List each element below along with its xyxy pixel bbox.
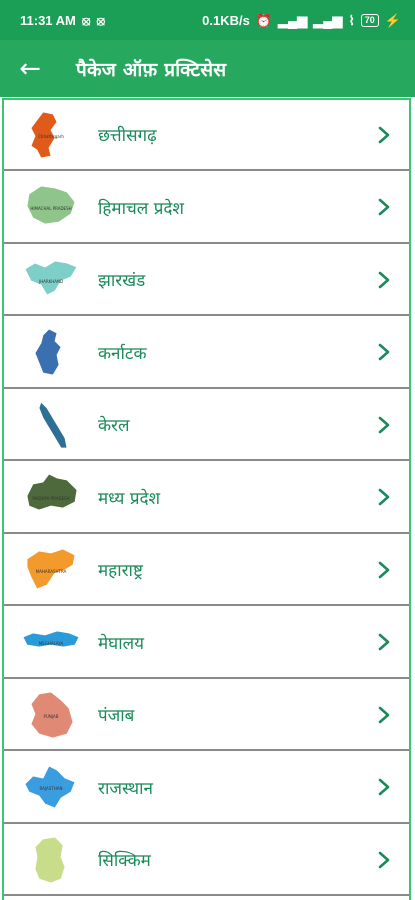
state-map-thumbnail: PUNJAB — [4, 680, 98, 749]
state-map-thumbnail: HIMACHAL PRADESH — [4, 173, 98, 242]
state-label: महाराष्ट्र — [98, 561, 143, 581]
state-label: पंजाब — [98, 706, 135, 726]
himachal-pradesh-map-icon: HIMACHAL PRADESH — [26, 185, 76, 225]
list-item[interactable]: MAHARASHTRA महाराष्ट्र — [4, 535, 409, 606]
alarm-icon: ⏰ — [255, 12, 272, 28]
map-label-text: Chhattisgarh — [38, 134, 64, 139]
signal-icon: ▂▄▆ — [278, 12, 308, 28]
state-label: झारखंड — [98, 271, 146, 291]
map-label-text: MADHYA PRADESH — [32, 496, 69, 501]
back-button[interactable]: ← — [0, 40, 60, 97]
state-map-thumbnail: RAJASTHAN — [4, 753, 98, 822]
map-label-text: JHARKHAND — [38, 279, 63, 284]
list-item[interactable]: HIMACHAL PRADESH हिमाचल प्रदेश — [4, 173, 409, 244]
page-title: पैकेज ऑफ़ प्रक्टिसेस — [76, 58, 227, 81]
app-notification-icon-2: ⦻ — [96, 12, 106, 28]
madhya-pradesh-map-icon: MADHYA PRADESH — [26, 473, 78, 511]
app-notification-icon: ⦻ — [81, 12, 91, 28]
chevron-right-icon[interactable] — [359, 561, 409, 579]
map-label-text: HIMACHAL PRADESH — [30, 206, 71, 211]
chevron-right-icon[interactable] — [359, 488, 409, 506]
state-map-thumbnail — [4, 390, 98, 459]
charging-icon: ⚡ — [384, 12, 401, 28]
list-item[interactable]: MEGHALAYA मेघालय — [4, 608, 409, 679]
status-bar: 11:31 AM ⦻ ⦻ 0.1KB/s ⏰ ▂▄▆ ▂▄▆ ⌇ 70 ⚡ — [0, 0, 415, 40]
list-item[interactable]: केरल — [4, 390, 409, 461]
state-label: हिमाचल प्रदेश — [98, 198, 184, 219]
status-left: 11:31 AM ⦻ ⦻ — [20, 13, 105, 28]
map-label-text: PUNJAB — [44, 714, 59, 719]
maharashtra-map-icon: MAHARASHTRA — [26, 548, 76, 590]
chevron-right-icon[interactable] — [359, 343, 409, 361]
signal-icon-2: ▂▄▆ — [313, 12, 343, 28]
list-item[interactable]: Chhattisgarh छत्तीसगढ़ — [4, 100, 409, 171]
chevron-right-icon[interactable] — [359, 198, 409, 216]
list-item[interactable]: JHARKHAND झारखंड — [4, 245, 409, 316]
state-map-thumbnail: MEGHALAYA — [4, 608, 98, 677]
chevron-right-icon[interactable] — [359, 633, 409, 651]
jharkhand-map-icon: JHARKHAND — [24, 260, 78, 296]
chevron-right-icon[interactable] — [359, 271, 409, 289]
wifi-icon: ⌇ — [348, 12, 355, 28]
state-map-thumbnail — [4, 318, 98, 387]
chevron-right-icon[interactable] — [359, 778, 409, 796]
chevron-right-icon[interactable] — [359, 126, 409, 144]
state-map-thumbnail — [4, 825, 98, 894]
list-item[interactable]: सिक्किम — [4, 825, 409, 896]
state-map-thumbnail: MADHYA PRADESH — [4, 463, 98, 532]
state-label: कर्नाटक — [98, 343, 147, 364]
chhattisgarh-map-icon: Chhattisgarh — [30, 111, 64, 158]
kerala-map-icon — [38, 400, 68, 448]
karnataka-map-icon — [34, 328, 62, 376]
state-label: मेघालय — [98, 633, 145, 654]
state-label: केरल — [98, 416, 130, 436]
status-time: 11:31 AM — [20, 12, 76, 28]
rajasthan-map-icon: RAJASTHAN — [24, 765, 76, 809]
status-right: 0.1KB/s ⏰ ▂▄▆ ▂▄▆ ⌇ 70 ⚡ — [202, 13, 401, 28]
battery-icon: 70 — [360, 13, 379, 27]
list-item[interactable]: PUNJAB पंजाब — [4, 680, 409, 751]
list-item[interactable]: RAJASTHAN राजस्थान — [4, 753, 409, 824]
list-item[interactable]: कर्नाटक — [4, 318, 409, 389]
map-label-text: RAJASTHAN — [40, 786, 63, 791]
map-label-text: MEGHALAYA — [39, 641, 64, 646]
chevron-right-icon[interactable] — [359, 706, 409, 724]
state-map-thumbnail: JHARKHAND — [4, 245, 98, 314]
list-item[interactable]: MADHYA PRADESH मध्य प्रदेश — [4, 463, 409, 534]
sikkim-map-icon — [34, 836, 66, 883]
chevron-right-icon[interactable] — [359, 416, 409, 434]
states-list[interactable]: Chhattisgarh छत्तीसगढ़ HIMACHAL PRADESH हिम… — [2, 98, 411, 900]
chevron-right-icon[interactable] — [359, 851, 409, 869]
map-label-text: MAHARASHTRA — [36, 569, 67, 574]
network-speed: 0.1KB/s — [202, 12, 250, 28]
app-bar: ← पैकेज ऑफ़ प्रक्टिसेस — [0, 40, 415, 97]
state-label: सिक्किम — [98, 851, 151, 871]
back-arrow-icon: ← — [19, 53, 41, 84]
state-label: छत्तीसगढ़ — [98, 126, 157, 146]
state-map-thumbnail: MAHARASHTRA — [4, 535, 98, 604]
state-map-thumbnail: Chhattisgarh — [4, 100, 98, 169]
meghalaya-map-icon: MEGHALAYA — [22, 630, 80, 648]
punjab-map-icon: PUNJAB — [30, 691, 74, 738]
state-label: मध्य प्रदेश — [98, 488, 161, 509]
state-label: राजस्थान — [98, 778, 153, 799]
